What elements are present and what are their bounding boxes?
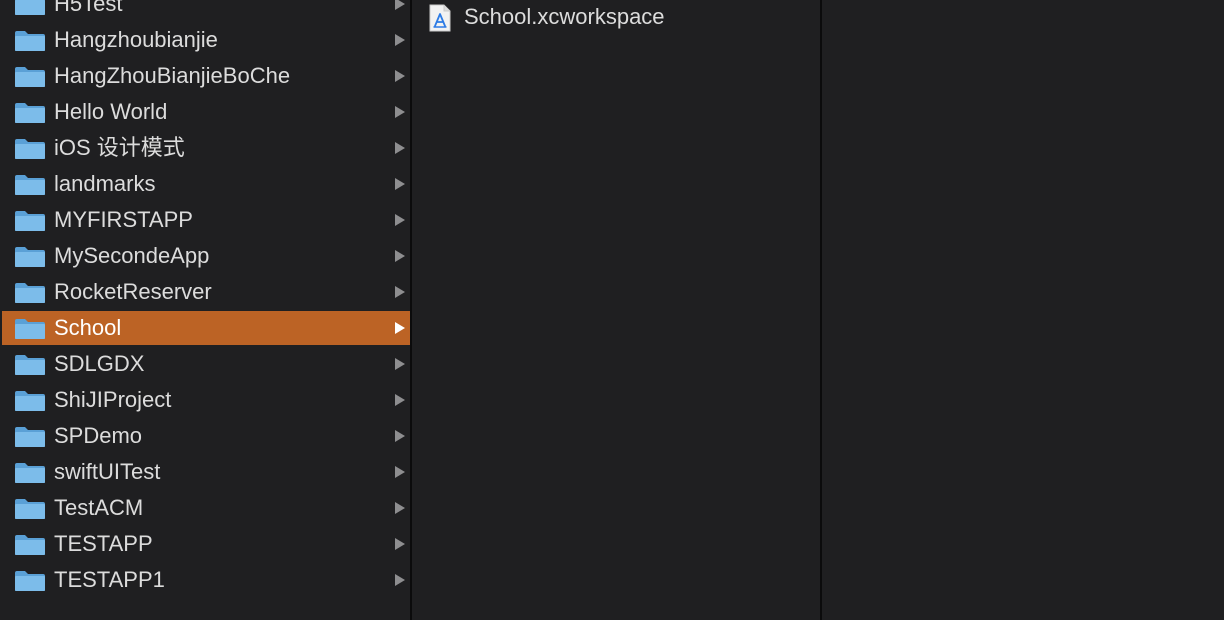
folder-icon — [15, 499, 45, 519]
chevron-right-icon — [395, 0, 405, 10]
folder-item-label: Hello World — [54, 99, 168, 124]
folder-item-ios[interactable]: iOS 设计模式 — [0, 130, 410, 166]
folder-item-label: MYFIRSTAPP — [54, 207, 193, 232]
folder-item-myfirstapp[interactable]: MYFIRSTAPP — [0, 202, 410, 238]
chevron-right-icon — [395, 250, 405, 262]
folder-icon — [15, 283, 45, 303]
folder-list: H5Test Hangzhoubianjie HangZhouBianjieBo… — [0, 0, 410, 598]
folder-item-label: landmarks — [54, 171, 156, 196]
folder-item-shijiproject[interactable]: ShiJIProject — [0, 382, 410, 418]
folder-item-label: iOS 设计模式 — [54, 135, 185, 160]
folder-item-testapp[interactable]: TESTAPP — [0, 526, 410, 562]
folder-icon — [15, 67, 45, 87]
folder-icon — [15, 139, 45, 159]
chevron-right-icon — [395, 70, 405, 82]
folder-item-landmarks[interactable]: landmarks — [0, 166, 410, 202]
folder-item-h5test[interactable]: H5Test — [0, 0, 410, 22]
folder-item-hangzhoubianjieboche[interactable]: HangZhouBianjieBoChe — [0, 58, 410, 94]
chevron-right-icon — [395, 574, 405, 586]
folder-item-hello-world[interactable]: Hello World — [0, 94, 410, 130]
folder-item-testacm[interactable]: TestACM — [0, 490, 410, 526]
chevron-right-icon — [395, 214, 405, 226]
folder-icon — [15, 427, 45, 447]
folder-item-spdemo[interactable]: SPDemo — [0, 418, 410, 454]
folder-item-label: Hangzhoubianjie — [54, 27, 218, 52]
column-school-contents[interactable]: School.xcworkspace — [412, 0, 820, 620]
folder-icon — [15, 319, 45, 339]
folder-icon — [15, 571, 45, 591]
folder-item-label: MySecondeApp — [54, 243, 210, 268]
folder-item-label: H5Test — [54, 0, 123, 16]
chevron-right-icon — [395, 286, 405, 298]
folder-item-label: TESTAPP1 — [54, 567, 165, 592]
folder-item-label: TestACM — [54, 495, 144, 520]
chevron-right-icon — [395, 358, 405, 370]
folder-icon — [15, 211, 45, 231]
folder-icon — [15, 535, 45, 555]
folder-item-label: RocketReserver — [54, 279, 212, 304]
folder-item-sdlgdx[interactable]: SDLGDX — [0, 346, 410, 382]
folder-icon — [15, 391, 45, 411]
chevron-right-icon — [395, 394, 405, 406]
folder-item-mysecondeapp[interactable]: MySecondeApp — [0, 238, 410, 274]
folder-item-label: School — [54, 315, 122, 340]
chevron-right-icon — [395, 466, 405, 478]
folder-item-rocketreserver[interactable]: RocketReserver — [0, 274, 410, 310]
folder-icon — [15, 103, 45, 123]
folder-item-label: TESTAPP — [54, 531, 153, 556]
folder-icon — [15, 355, 45, 375]
folder-icon — [15, 247, 45, 267]
xcworkspace-file-icon — [429, 4, 451, 32]
folder-icon — [15, 463, 45, 483]
folder-item-swiftuitest[interactable]: swiftUITest — [0, 454, 410, 490]
chevron-right-icon — [395, 502, 405, 514]
chevron-right-icon — [395, 106, 405, 118]
column-empty[interactable] — [822, 0, 1224, 620]
folder-icon — [15, 31, 45, 51]
chevron-right-icon — [395, 538, 405, 550]
folder-item-school[interactable]: School — [2, 311, 410, 345]
file-item-label: School.xcworkspace — [464, 4, 665, 29]
chevron-right-icon — [395, 34, 405, 46]
folder-item-hangzhoubianjie[interactable]: Hangzhoubianjie — [0, 22, 410, 58]
folder-item-label: SPDemo — [54, 423, 143, 448]
folder-item-label: SDLGDX — [54, 351, 145, 376]
column-projects[interactable]: H5Test Hangzhoubianjie HangZhouBianjieBo… — [0, 0, 410, 620]
chevron-right-icon — [395, 178, 405, 190]
folder-icon — [15, 175, 45, 195]
chevron-right-icon — [395, 322, 405, 334]
chevron-right-icon — [395, 142, 405, 154]
folder-item-testapp1[interactable]: TESTAPP1 — [0, 562, 410, 598]
folder-item-label: HangZhouBianjieBoChe — [54, 63, 291, 88]
chevron-right-icon — [395, 430, 405, 442]
folder-icon — [15, 0, 45, 15]
finder-column-view: H5Test Hangzhoubianjie HangZhouBianjieBo… — [0, 0, 1224, 620]
folder-item-label: ShiJIProject — [54, 387, 172, 412]
folder-item-label: swiftUITest — [54, 459, 161, 484]
